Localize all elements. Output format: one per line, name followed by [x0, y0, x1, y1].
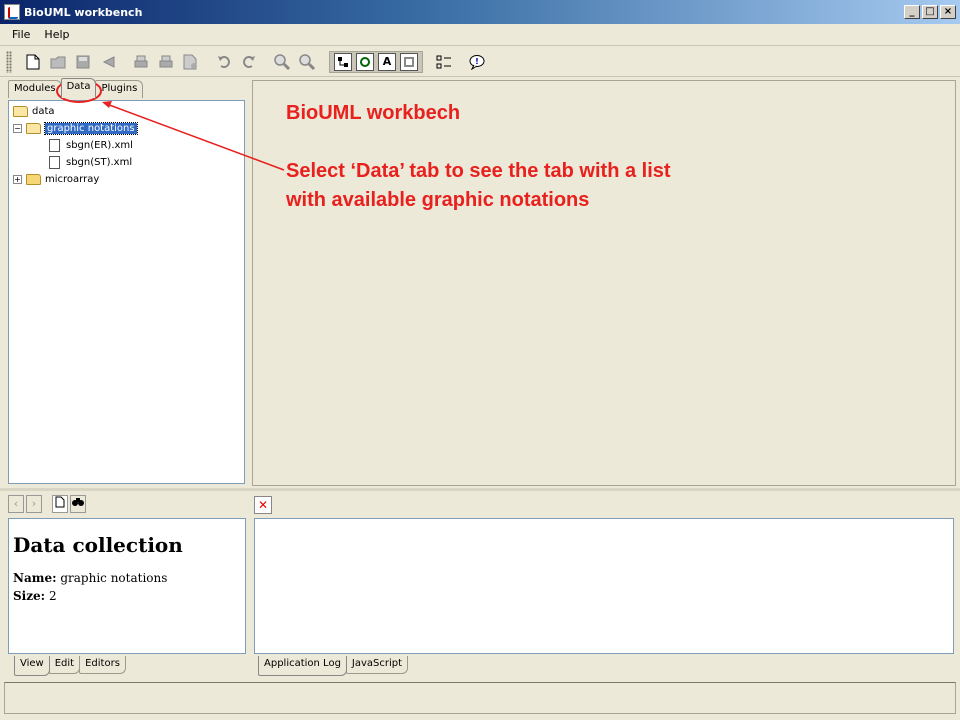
- tab-plugins[interactable]: Plugins: [95, 80, 144, 98]
- zoom-in-icon[interactable]: [271, 51, 293, 73]
- window-title: BioUML workbench: [24, 5, 143, 19]
- annotation-line-1: Select ‘Data’ tab to see the tab with a …: [286, 160, 671, 182]
- document-icon: [49, 139, 60, 152]
- tab-edit[interactable]: Edit: [48, 656, 81, 674]
- undo-icon[interactable]: [213, 51, 235, 73]
- annotation-title: BioUML workbech: [286, 102, 461, 124]
- tab-application-log[interactable]: Application Log: [258, 656, 347, 676]
- svg-text:!: !: [475, 57, 479, 66]
- open-folder-icon: [26, 123, 41, 134]
- tab-editors[interactable]: Editors: [79, 656, 126, 674]
- close-button[interactable]: ×: [940, 5, 956, 19]
- print-icon[interactable]: [130, 51, 152, 73]
- tab-modules[interactable]: Modules: [8, 80, 62, 98]
- info-icon[interactable]: !: [466, 51, 488, 73]
- tree-node-label: microarray: [45, 174, 100, 185]
- window-controls: _ □ ×: [904, 5, 956, 19]
- pattern-mode-icon[interactable]: [400, 52, 418, 71]
- graph-mode-icon[interactable]: [356, 52, 374, 71]
- minimize-button[interactable]: _: [904, 5, 920, 19]
- tree-node-label: sbgn(ST).xml: [66, 157, 133, 168]
- open-icon[interactable]: [47, 51, 69, 73]
- close-icon[interactable]: ✕: [254, 496, 272, 514]
- detail-title: Data collection: [13, 533, 183, 557]
- folder-icon: [26, 174, 41, 185]
- forward-arrow-icon[interactable]: ›: [26, 495, 42, 513]
- log-tabs: Application Log JavaScript: [258, 656, 409, 676]
- tree-node-root[interactable]: data: [13, 103, 240, 120]
- open-folder-icon: [13, 106, 28, 117]
- collapse-icon[interactable]: −: [13, 124, 22, 133]
- name-value: graphic notations: [60, 571, 168, 585]
- detail-view: Data collection Name: graphic notations …: [8, 518, 246, 654]
- tree-node-microarray[interactable]: + microarray: [13, 171, 240, 188]
- tree-node-label: graphic notations: [44, 122, 138, 135]
- document-icon: [49, 156, 60, 169]
- tree-node-graphic-notations[interactable]: − graphic notations: [13, 120, 240, 137]
- annotation-line-2: with available graphic notations: [286, 189, 590, 211]
- binoculars-icon[interactable]: [70, 495, 86, 513]
- toolbar-grip[interactable]: [6, 50, 12, 73]
- print-preview-icon[interactable]: [155, 51, 177, 73]
- java-app-icon: [4, 4, 20, 20]
- tab-javascript[interactable]: JavaScript: [345, 656, 409, 674]
- info-nav-bar: ‹ ›: [4, 492, 248, 516]
- menu-help[interactable]: Help: [38, 26, 77, 43]
- expand-icon[interactable]: +: [13, 175, 22, 184]
- name-label: Name:: [13, 571, 57, 585]
- menu-file[interactable]: File: [6, 26, 38, 43]
- export-icon[interactable]: [180, 51, 202, 73]
- tree-node-label: data: [32, 106, 55, 117]
- text-mode-icon[interactable]: A: [378, 52, 396, 71]
- zoom-out-icon[interactable]: [296, 51, 318, 73]
- detail-size-row: Size: 2: [13, 589, 241, 603]
- status-bar: [4, 682, 956, 714]
- size-label: Size:: [13, 589, 46, 603]
- repository-tree[interactable]: data − graphic notations sbgn(ER).xml sb…: [8, 100, 245, 484]
- title-bar: BioUML workbench _ □ ×: [0, 0, 960, 24]
- info-panel: ‹ › Data collection Name: graphic notati…: [4, 492, 248, 678]
- back-icon[interactable]: [97, 51, 119, 73]
- toolbar: A !: [0, 47, 960, 77]
- select-mode-icon[interactable]: [334, 52, 352, 71]
- save-icon[interactable]: [72, 51, 94, 73]
- document-icon[interactable]: [52, 495, 68, 513]
- info-tabs: View Edit Editors: [14, 656, 126, 676]
- tab-view[interactable]: View: [14, 656, 50, 676]
- maximize-button[interactable]: □: [922, 5, 938, 19]
- size-value: 2: [48, 589, 57, 603]
- new-document-icon[interactable]: [22, 51, 44, 73]
- document-area[interactable]: [252, 80, 956, 486]
- log-panel[interactable]: [254, 518, 954, 654]
- log-area: ✕ Application Log JavaScript: [252, 492, 956, 678]
- horizontal-splitter[interactable]: [0, 488, 960, 491]
- tree-node-label: sbgn(ER).xml: [66, 140, 133, 151]
- repository-tabs: Modules Data Plugins: [8, 78, 144, 100]
- back-arrow-icon[interactable]: ‹: [8, 495, 24, 513]
- tree-node-file[interactable]: sbgn(ST).xml: [13, 154, 240, 171]
- tab-data[interactable]: Data: [60, 78, 97, 98]
- redo-icon[interactable]: [238, 51, 260, 73]
- repository-panel: Modules Data Plugins data − graphic nota…: [4, 78, 248, 486]
- layout-icon[interactable]: [433, 51, 455, 73]
- edit-mode-group: A: [329, 50, 423, 73]
- menu-bar: File Help: [0, 24, 960, 46]
- detail-name-row: Name: graphic notations: [13, 571, 241, 585]
- tree-node-file[interactable]: sbgn(ER).xml: [13, 137, 240, 154]
